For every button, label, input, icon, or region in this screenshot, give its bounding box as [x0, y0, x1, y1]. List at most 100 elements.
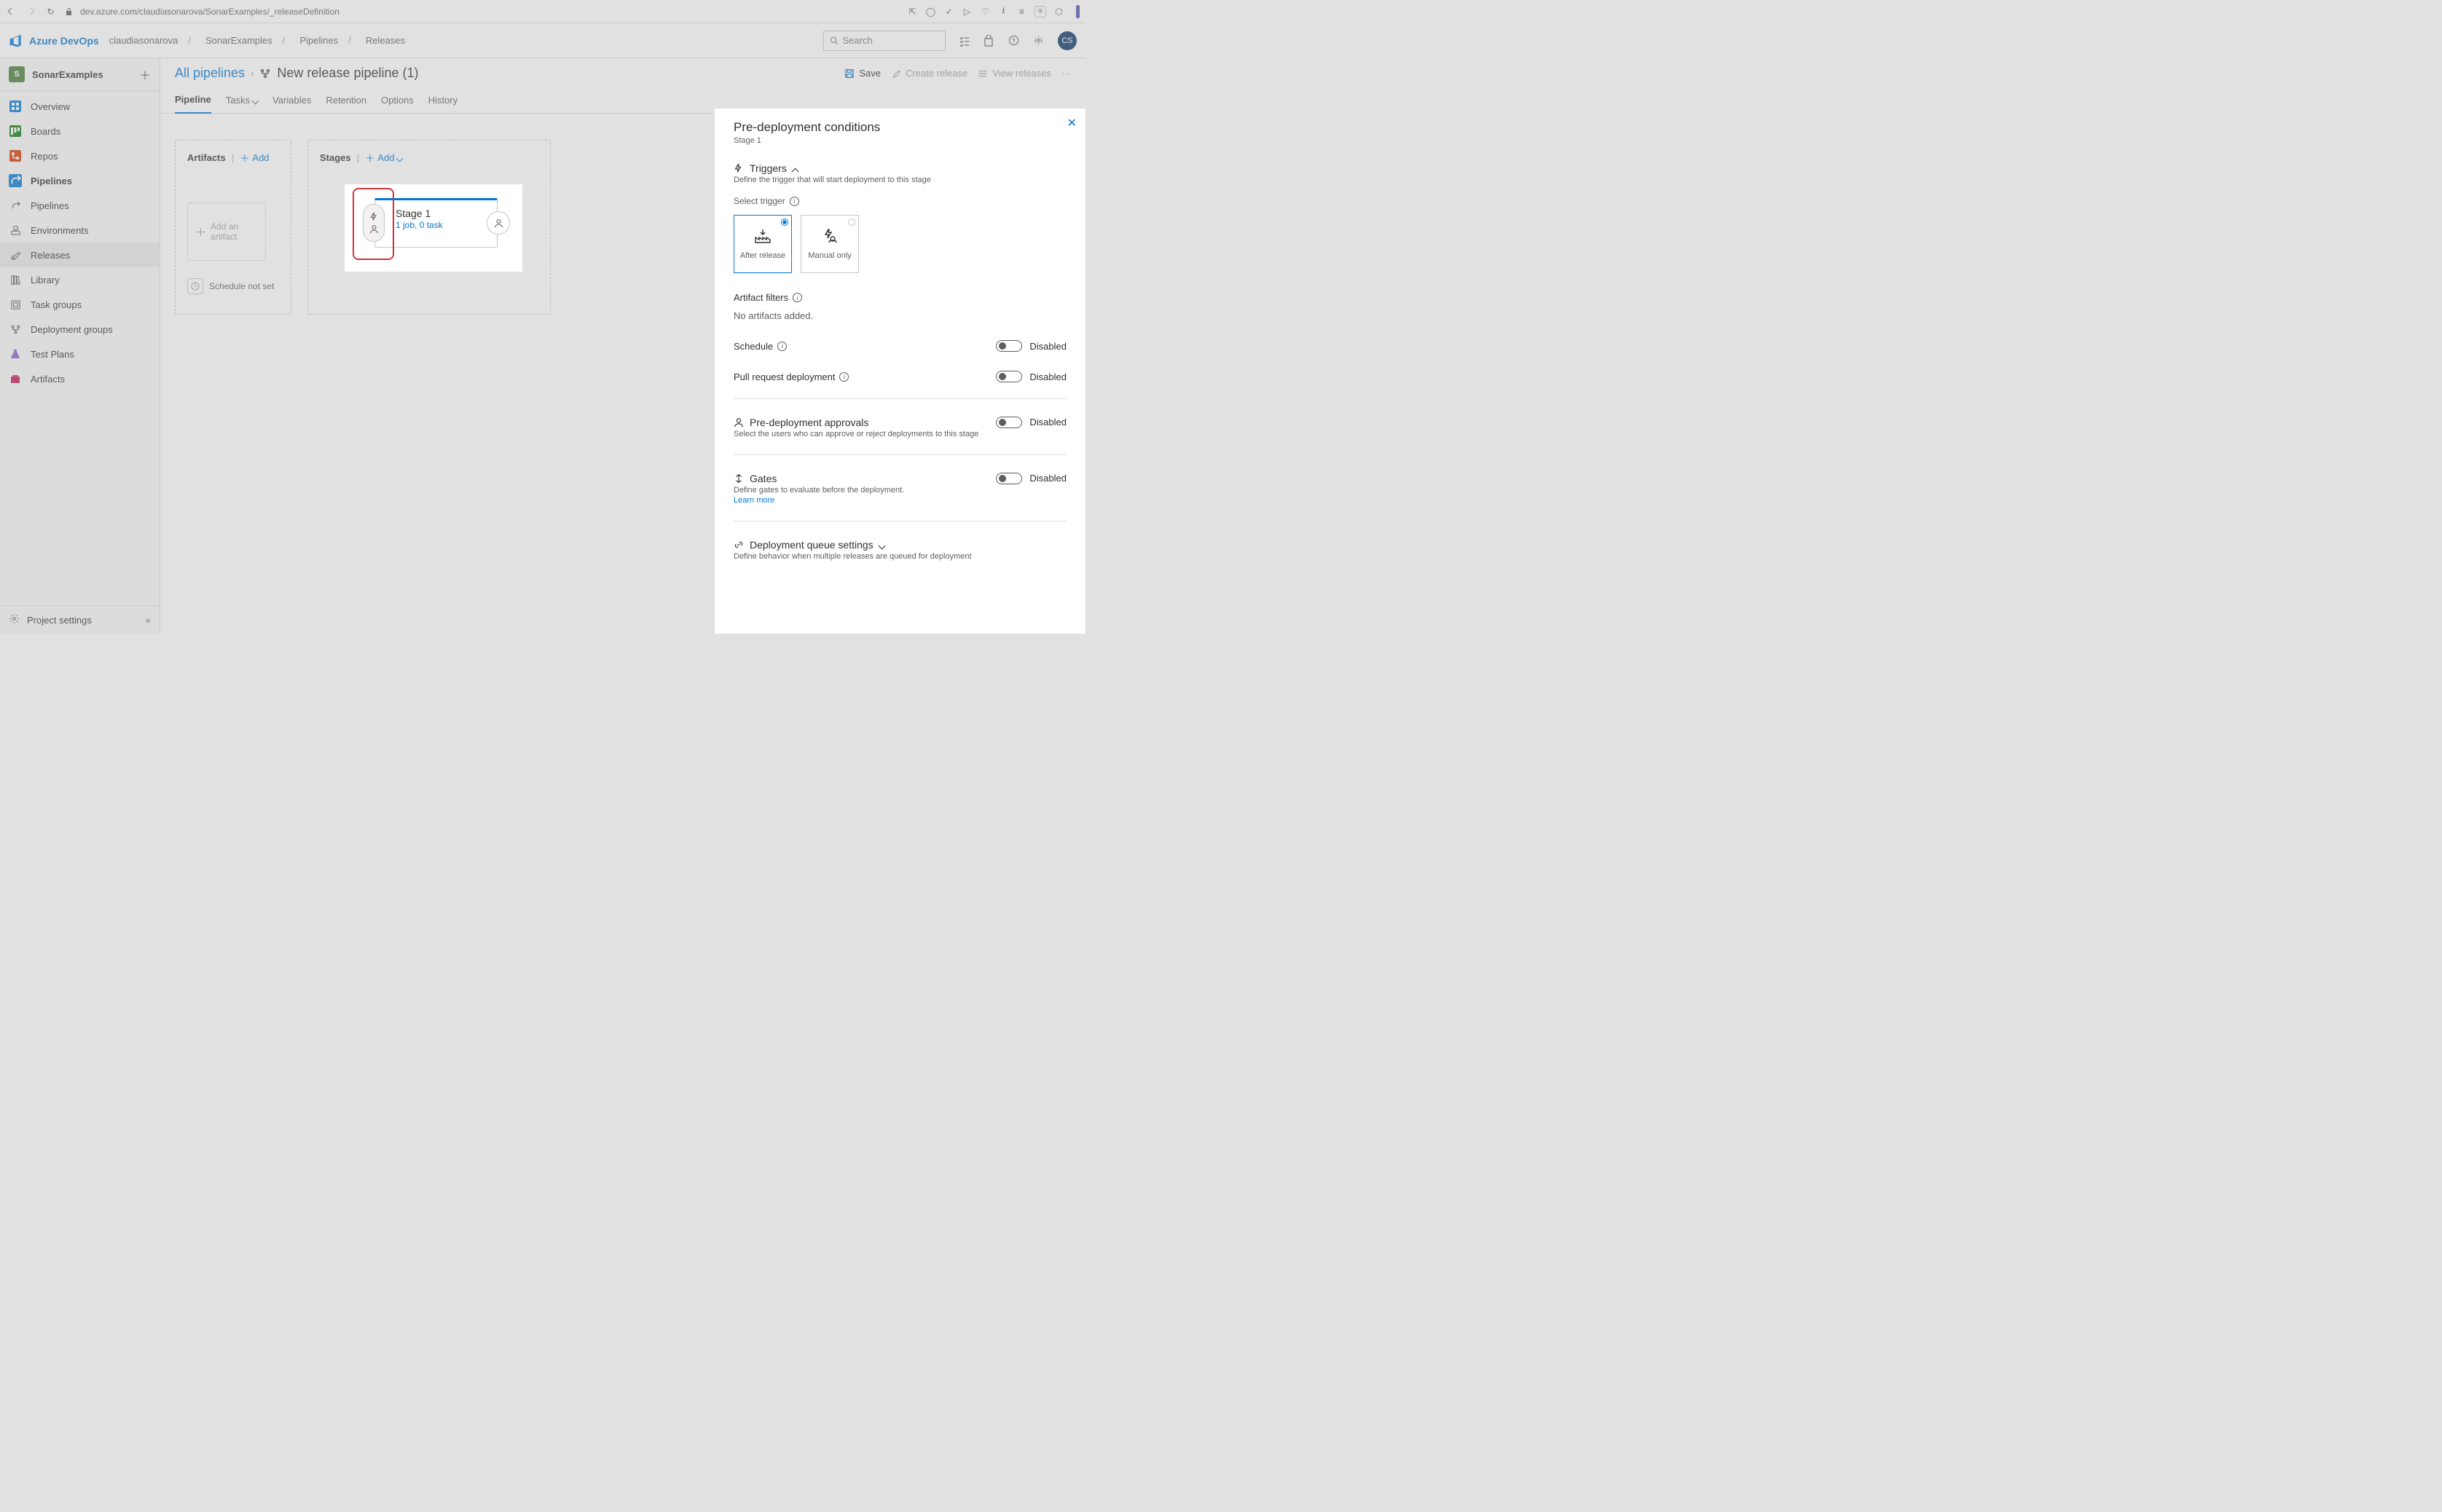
add-artifact-card[interactable]: ＋ Add an artifact: [187, 202, 266, 261]
brand-name[interactable]: Azure DevOps: [29, 35, 99, 47]
search-field[interactable]: [842, 35, 939, 46]
download-icon[interactable]: ⭳: [998, 6, 1009, 17]
gear-icon: [9, 613, 20, 626]
boards-icon: [9, 125, 22, 138]
library-icon: [9, 273, 22, 286]
manual-icon: [822, 228, 838, 248]
environments-icon: [9, 224, 22, 237]
browser-back-icon[interactable]: [6, 6, 17, 17]
breadcrumb-subsection[interactable]: Releases: [366, 35, 405, 46]
trigger-after-release[interactable]: After release: [734, 215, 792, 273]
sidebar-item-artifacts[interactable]: Artifacts: [0, 366, 160, 391]
trigger-manual-only[interactable]: Manual only: [801, 215, 859, 273]
tab-variables[interactable]: Variables: [272, 88, 311, 113]
sidebar-item-task-groups[interactable]: Task groups: [0, 292, 160, 317]
sidebar-label: Overview: [31, 101, 70, 112]
approvals-toggle[interactable]: [996, 417, 1022, 428]
project-selector[interactable]: S SonarExamples ＋: [0, 58, 160, 91]
triggers-head[interactable]: Triggers: [734, 162, 1067, 174]
schedule-toggle[interactable]: [996, 340, 1022, 352]
sidebar-label: Task groups: [31, 299, 82, 310]
info-icon[interactable]: i: [777, 342, 787, 351]
gates-learn-more[interactable]: Learn more: [734, 496, 996, 505]
sidebar-item-environments[interactable]: Environments: [0, 218, 160, 243]
tab-retention[interactable]: Retention: [326, 88, 366, 113]
sidebar-item-repos[interactable]: Repos: [0, 143, 160, 168]
page-title[interactable]: New release pipeline (1): [277, 66, 418, 81]
browser-side-tab[interactable]: [1076, 5, 1080, 18]
sidebar-item-deployment-groups[interactable]: Deployment groups: [0, 317, 160, 342]
tasks-icon[interactable]: [959, 35, 970, 47]
sidebar-item-boards[interactable]: Boards: [0, 119, 160, 143]
view-releases-button[interactable]: View releases: [978, 68, 1051, 79]
help-icon[interactable]: [1008, 35, 1020, 47]
post-deployment-button[interactable]: [487, 211, 510, 235]
breadcrumb-all-pipelines[interactable]: All pipelines: [175, 66, 245, 81]
person-box-icon[interactable]: ⍟: [1034, 6, 1046, 17]
sidebar-item-test-plans[interactable]: Test Plans: [0, 342, 160, 366]
play-icon[interactable]: ▷: [962, 6, 973, 17]
sidebar-item-releases[interactable]: Releases: [0, 243, 160, 267]
breadcrumb-org[interactable]: claudiasonarova: [109, 35, 178, 46]
tab-history[interactable]: History: [428, 88, 458, 113]
sidebar-label: Boards: [31, 126, 60, 137]
camera-icon[interactable]: ◯: [925, 6, 936, 17]
tab-tasks[interactable]: Tasks: [226, 88, 258, 113]
add-stage-link[interactable]: ＋Add: [365, 151, 402, 165]
stage-highlight: Stage 1 1 job, 0 task: [347, 186, 520, 269]
person-icon: [734, 417, 744, 428]
add-artifact-link[interactable]: ＋Add: [240, 151, 269, 165]
save-button[interactable]: Save: [844, 68, 881, 79]
browser-reload-icon[interactable]: ↻: [45, 6, 56, 17]
queue-head[interactable]: Deployment queue settings: [734, 539, 1067, 551]
info-icon[interactable]: i: [790, 197, 799, 206]
more-button[interactable]: ···: [1061, 68, 1071, 79]
breadcrumb-project[interactable]: SonarExamples: [205, 35, 272, 46]
info-icon[interactable]: i: [793, 293, 802, 302]
sidebar-label: Deployment groups: [31, 324, 113, 335]
tab-pipeline[interactable]: Pipeline: [175, 88, 211, 114]
open-external-icon[interactable]: ⇱: [907, 6, 918, 17]
repos-icon: [9, 149, 22, 162]
gates-head[interactable]: Gates: [734, 473, 996, 484]
breadcrumb-section[interactable]: Pipelines: [299, 35, 338, 46]
gates-toggle[interactable]: [996, 473, 1022, 484]
artifacts-icon: [9, 372, 22, 385]
radio-unselected: [848, 218, 855, 226]
project-name: SonarExamples: [32, 69, 132, 80]
browser-forward-icon[interactable]: [25, 6, 36, 17]
sidebar-item-library[interactable]: Library: [0, 267, 160, 292]
chevron-right-icon: ›: [251, 68, 254, 79]
sidebar-item-overview[interactable]: Overview: [0, 94, 160, 119]
avatar[interactable]: CS: [1058, 31, 1077, 50]
add-project-icon[interactable]: ＋: [139, 66, 151, 83]
chevron-down-icon: [397, 152, 402, 163]
cube-icon[interactable]: ⬡: [1053, 6, 1064, 17]
chevron-down-icon: [253, 95, 258, 106]
tab-options[interactable]: Options: [381, 88, 414, 113]
create-release-button[interactable]: Create release: [891, 68, 967, 79]
project-settings-link[interactable]: Project settings «: [0, 606, 160, 634]
project-settings-label: Project settings: [27, 615, 92, 626]
shield-check-icon[interactable]: ✓: [943, 6, 954, 17]
info-icon[interactable]: i: [839, 372, 849, 382]
schedule-label: Schedule not set: [209, 281, 274, 291]
close-icon[interactable]: ✕: [1067, 116, 1077, 130]
settings-icon[interactable]: [1033, 35, 1045, 47]
sidebar-item-pipelines-sub[interactable]: Pipelines: [0, 193, 160, 218]
search-input[interactable]: [823, 31, 946, 51]
browser-url[interactable]: dev.azure.com/claudiasonarova/SonarExamp…: [80, 7, 339, 17]
list-icon[interactable]: ≡: [1016, 6, 1027, 17]
schedule-row[interactable]: Schedule not set: [187, 278, 279, 294]
stages-title: Stages: [320, 152, 351, 163]
shopping-bag-icon[interactable]: [984, 35, 995, 47]
sidebar-item-pipelines[interactable]: Pipelines: [0, 168, 160, 193]
heart-icon[interactable]: ♡: [980, 6, 991, 17]
approvals-head[interactable]: Pre-deployment approvals: [734, 417, 996, 428]
pr-deploy-toggle[interactable]: [996, 371, 1022, 382]
sidebar-label: Pipelines: [31, 176, 72, 186]
collapse-icon[interactable]: «: [146, 615, 151, 626]
overview-icon: [9, 100, 22, 113]
pr-deploy-head: Pull request deployment: [734, 371, 835, 382]
stage-jobs-link[interactable]: 1 job, 0 task: [396, 220, 488, 230]
